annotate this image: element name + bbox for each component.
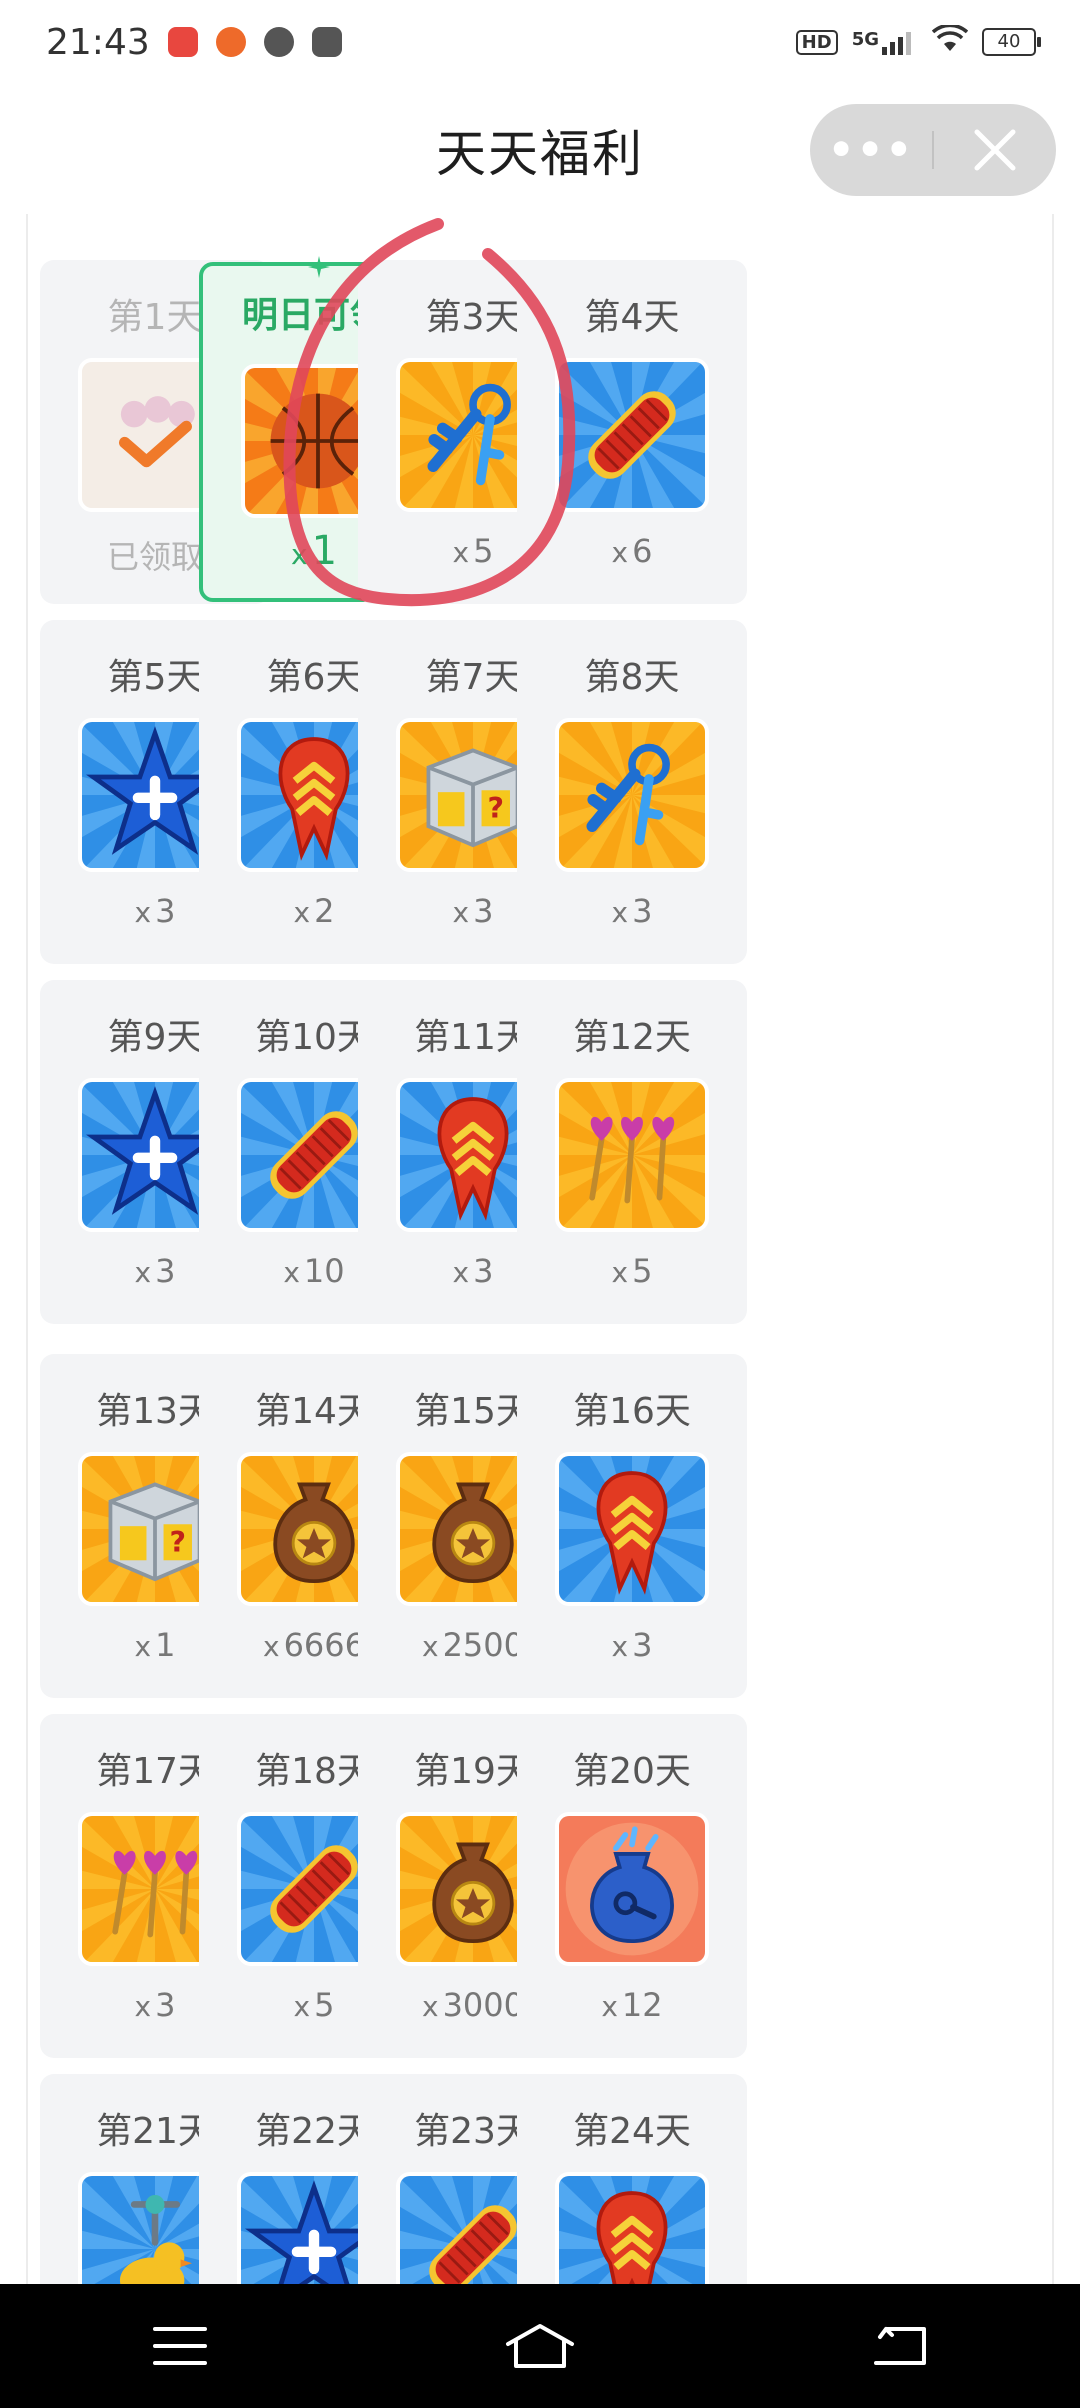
status-bar: 21:43 HD 5G 40 [0, 0, 1080, 84]
more-dots-icon: ••• [827, 125, 915, 174]
back-icon [874, 2327, 926, 2365]
quantity-value: 3 [155, 1252, 176, 1290]
close-button[interactable] [934, 104, 1056, 196]
reward-card-12[interactable]: 第12天 x5 [517, 980, 747, 1324]
reward-quantity: x5 [517, 1252, 747, 1290]
status-left: 21:43 [46, 22, 342, 63]
svg-text:?: ? [170, 1526, 187, 1559]
home-icon [506, 2324, 574, 2368]
quantity-value: 10 [303, 1252, 345, 1290]
network-type: 5G [851, 29, 879, 50]
quantity-value: 3 [473, 1252, 494, 1290]
game-notification-icon [215, 27, 246, 57]
quantity-prefix: x [134, 1630, 152, 1663]
quantity-value: 6 [632, 532, 653, 570]
quantity-value: 3 [632, 1626, 653, 1664]
day-label: 第24天 [573, 2111, 691, 2152]
reward-card-24[interactable]: 第24天 [517, 2074, 747, 2284]
keys-icon [555, 718, 709, 872]
quantity-value: 5 [473, 532, 494, 570]
day-label: 第16天 [573, 1391, 691, 1432]
quantity-value: 5 [632, 1252, 653, 1290]
quantity-prefix: x [290, 538, 308, 571]
quantity-value: 12 [621, 1986, 663, 2024]
quantity-prefix: x [293, 1990, 311, 2023]
quantity-prefix: x [611, 1630, 629, 1663]
quantity-value: 3 [155, 892, 176, 930]
quantity-value: 已领取 [106, 538, 203, 576]
title-bar: 天天福利 ••• [0, 84, 1080, 214]
quantity-prefix: x [283, 1256, 300, 1289]
reward-card-16[interactable]: 第16天 x3 [517, 1354, 747, 1698]
day-label: 第4天 [584, 297, 680, 338]
quantity-prefix: x [611, 896, 629, 929]
mini-program-capsule: ••• [810, 104, 1056, 196]
signal-icon: 5G [852, 29, 918, 55]
quantity-prefix: x [452, 1256, 470, 1289]
close-icon [974, 129, 1016, 171]
quantity-prefix: x [262, 1630, 280, 1663]
hd-icon: HD [795, 29, 838, 55]
quantity-prefix: x [452, 536, 470, 569]
quantity-value: 3 [473, 892, 494, 930]
sparkle-icon [308, 256, 330, 278]
more-button[interactable]: ••• [810, 104, 932, 196]
status-time: 21:43 [46, 21, 150, 63]
reward-card-8[interactable]: 第8天 x3 [517, 620, 747, 964]
quantity-prefix: x [421, 1630, 439, 1663]
quantity-prefix: x [611, 536, 629, 569]
svg-text:?: ? [488, 792, 505, 825]
play-notification-icon [311, 27, 342, 57]
rocket-badge-icon [555, 2172, 709, 2284]
quantity-prefix: x [611, 1256, 629, 1289]
menu-icon [153, 2327, 207, 2365]
system-nav-bar [0, 2284, 1080, 2408]
quantity-value: 1 [155, 1626, 176, 1664]
red-board-icon [555, 358, 709, 512]
quantity-value: 5 [314, 1986, 335, 2024]
back-button[interactable] [840, 2306, 960, 2386]
quantity-prefix: x [134, 896, 152, 929]
app-notification-icon [167, 27, 198, 57]
status-right: HD 5G 40 [795, 23, 1041, 59]
battery-icon: 40 [982, 28, 1041, 56]
quantity-value: 2 [314, 892, 335, 930]
quantity-value: 6666 [283, 1626, 365, 1664]
reward-quantity: x 12 [517, 1986, 747, 2024]
quantity-prefix: x [293, 896, 311, 929]
heart-keys-icon [555, 1078, 709, 1232]
reward-quantity: x3 [517, 1626, 747, 1664]
home-button[interactable] [480, 2306, 600, 2386]
day-label: 第20天 [573, 1751, 691, 1792]
menu-button[interactable] [120, 2306, 240, 2386]
gauge-notification-icon [263, 27, 294, 57]
rocket-badge-icon [555, 1452, 709, 1606]
quantity-prefix: x [452, 896, 470, 929]
reward-quantity: x6 [517, 532, 747, 570]
wifi-icon [931, 23, 969, 59]
day-label: 第12天 [573, 1017, 691, 1058]
reward-card-20[interactable]: 第20天 x 12 [517, 1714, 747, 2058]
quantity-prefix: x [134, 1990, 152, 2023]
quantity-value: 3 [632, 892, 653, 930]
rewards-panel[interactable]: 第1天 已领取 明日可领 x 1 第3天 x 5 第4天 x 6 第5天 x 3 第6天 x 2 第7… [26, 214, 1054, 2284]
quantity-prefix: x [421, 1990, 439, 2023]
quantity-value: 2500 [442, 1626, 524, 1664]
quantity-value: 1 [311, 528, 338, 574]
reward-quantity: x3 [517, 892, 747, 930]
day-label: 第8天 [584, 657, 680, 698]
quantity-value: 3 [155, 1986, 176, 2024]
quantity-prefix: x [134, 1256, 152, 1289]
key-bag-icon [555, 1812, 709, 1966]
quantity-value: 3000 [442, 1986, 524, 2024]
quantity-prefix: x [601, 1990, 618, 2023]
reward-card-4[interactable]: 第4天 x6 [517, 260, 747, 604]
